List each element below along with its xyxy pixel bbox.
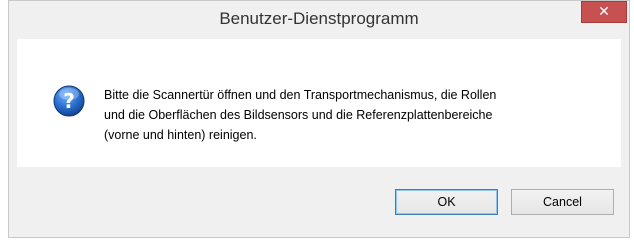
button-bar: OK Cancel: [17, 167, 621, 231]
title-bar[interactable]: Benutzer-Dienstprogramm ✕: [9, 1, 629, 39]
svg-text:?: ?: [63, 89, 75, 113]
window-title: Benutzer-Dienstprogramm: [219, 9, 419, 28]
message-text: Bitte die Scannertür öffnen und den Tran…: [104, 88, 497, 142]
dialog-window: Benutzer-Dienstprogramm ✕ ? Bitte die Sc…: [8, 0, 630, 238]
close-icon: ✕: [598, 4, 610, 20]
cancel-button[interactable]: Cancel: [511, 189, 614, 215]
question-icon: ?: [53, 85, 85, 117]
close-button[interactable]: ✕: [581, 1, 627, 23]
message-area: ? Bitte die Scannertür öffnen und den Tr…: [17, 39, 621, 167]
ok-button[interactable]: OK: [395, 189, 498, 215]
